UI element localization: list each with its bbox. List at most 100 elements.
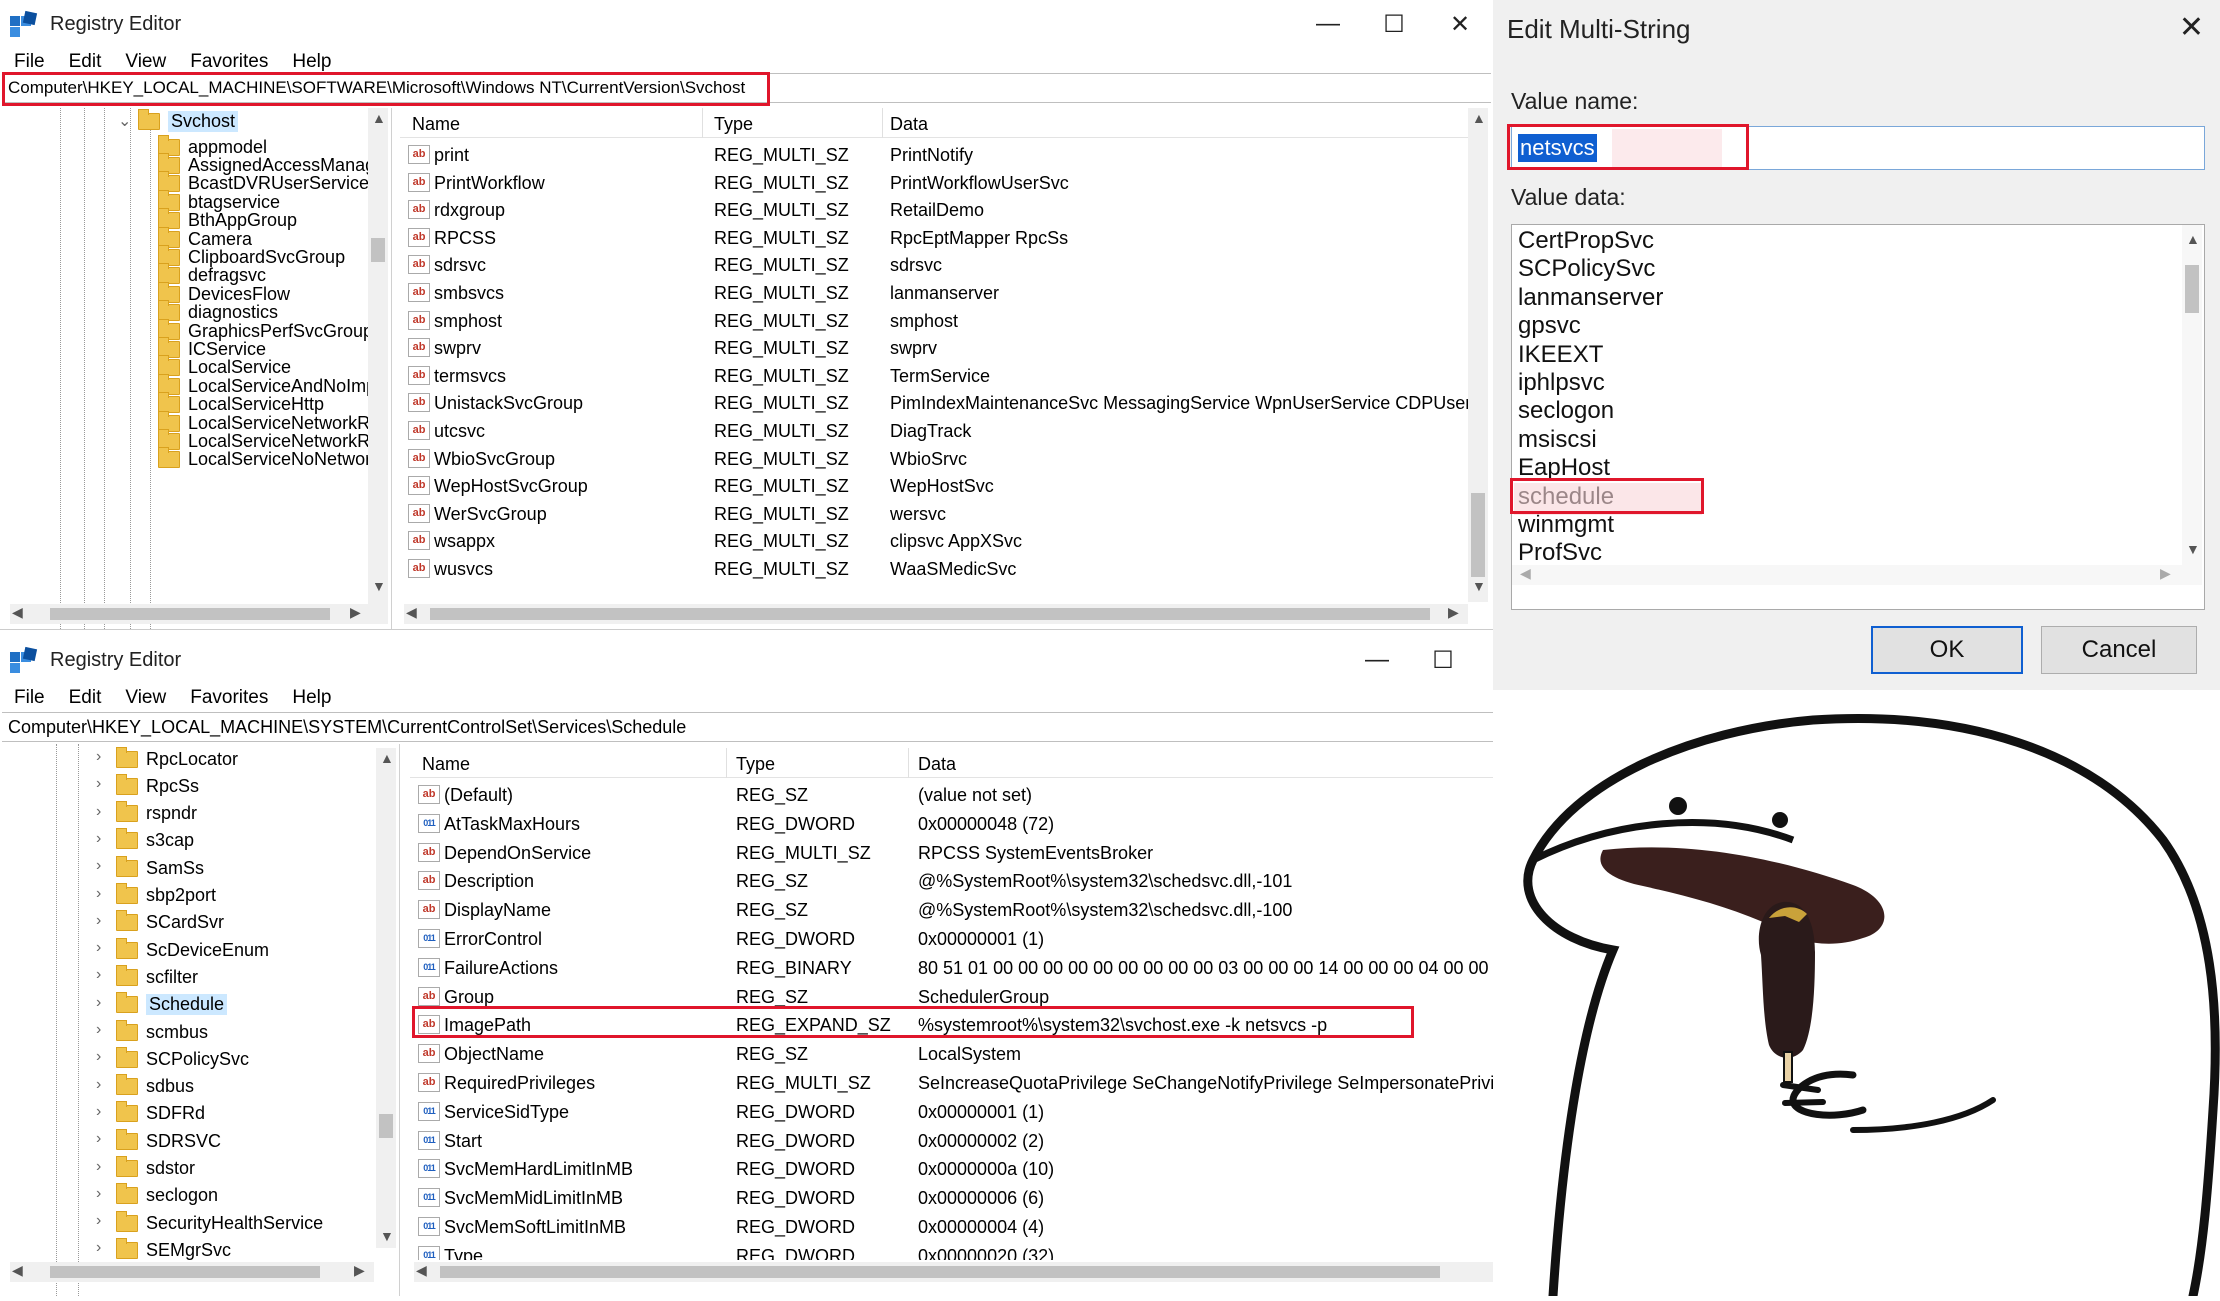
expand-chevron-icon[interactable]: ›	[96, 1021, 101, 1039]
scroll-up-icon[interactable]: ▲	[380, 750, 394, 766]
table-row[interactable]: 011 SvcMemHardLimitInMB REG_DWORD 0x0000000…	[410, 1156, 1524, 1183]
table-row[interactable]: 011 FailureActions REG_BINARY 80 51 01 00 0…	[410, 955, 1524, 982]
menu-favorites[interactable]: Favorites	[190, 51, 268, 73]
table-row[interactable]: ab wusvcs REG_MULTI_SZ WaaSMedicSvc	[400, 556, 1478, 583]
menu-file[interactable]: File	[14, 51, 45, 73]
column-data[interactable]: Data	[890, 114, 928, 135]
scroll-up-icon[interactable]: ▲	[2186, 231, 2200, 247]
cancel-button[interactable]: Cancel	[2041, 626, 2197, 674]
expand-chevron-icon[interactable]: ›	[96, 857, 101, 875]
expand-chevron-icon[interactable]: ›	[96, 803, 101, 821]
tree-item[interactable]: sdbus	[116, 1074, 194, 1100]
table-row[interactable]: 011 SvcMemSoftLimitInMB REG_DWORD 0x0000000…	[410, 1214, 1524, 1241]
list-vertical-scrollbar[interactable]: ▲ ▼	[1468, 108, 1488, 602]
scroll-thumb[interactable]	[379, 1114, 393, 1138]
tree-item-svchost[interactable]: Svchost	[138, 108, 239, 134]
table-row[interactable]: ab utcsvc REG_MULTI_SZ DiagTrack	[400, 418, 1478, 445]
table-row[interactable]: ab print REG_MULTI_SZ PrintNotify	[400, 142, 1478, 169]
scroll-left-icon[interactable]: ◀	[416, 1262, 427, 1279]
tree-item[interactable]: s3cap	[116, 828, 194, 854]
table-row[interactable]: ab WepHostSvcGroup REG_MULTI_SZ WepHostSvc	[400, 473, 1478, 500]
table-row[interactable]: ab DisplayName REG_SZ @%SystemRoot%\system3…	[410, 897, 1524, 924]
scroll-left-icon[interactable]: ◀	[12, 1262, 23, 1279]
scroll-thumb[interactable]	[1471, 493, 1485, 577]
list-horizontal-scrollbar[interactable]: ◀ ▶	[414, 1262, 1524, 1282]
menu-edit[interactable]: Edit	[69, 687, 102, 709]
column-name[interactable]: Name	[412, 114, 460, 135]
tree-item[interactable]: sbp2port	[116, 883, 216, 909]
table-row[interactable]: ab WbioSvcGroup REG_MULTI_SZ WbioSrvc	[400, 446, 1478, 473]
close-button[interactable]: ✕	[2179, 10, 2204, 45]
column-type[interactable]: Type	[736, 754, 775, 775]
table-row[interactable]: ab UnistackSvcGroup REG_MULTI_SZ PimIndexMa…	[400, 390, 1478, 417]
address-bar[interactable]: Computer\HKEY_LOCAL_MACHINE\SYSTEM\Curre…	[2, 712, 1544, 742]
column-data[interactable]: Data	[918, 754, 956, 775]
expand-chevron-icon[interactable]: ›	[96, 1239, 101, 1257]
tree-vertical-scrollbar[interactable]: ▲ ▼	[368, 108, 388, 608]
table-row[interactable]: ab Description REG_SZ @%SystemRoot%\system3…	[410, 868, 1524, 895]
expand-chevron-icon[interactable]: ›	[96, 1076, 101, 1094]
maximize-button[interactable]: ☐	[1361, 0, 1427, 48]
scroll-left-icon[interactable]: ◀	[406, 604, 417, 621]
tree-item[interactable]: RpcLocator	[116, 746, 238, 772]
value-data-textarea[interactable]: CertPropSvc SCPolicySvc lanmanserver gpsvc I…	[1511, 224, 2205, 610]
values-list[interactable]: Name Type Data ab print REG_MULTI_SZ PrintN…	[400, 108, 1478, 599]
table-row[interactable]: ab rdxgroup REG_MULTI_SZ RetailDemo	[400, 197, 1478, 224]
values-list[interactable]: Name Type Data ab (Default) REG_SZ (value n…	[410, 748, 1524, 1260]
menu-help[interactable]: Help	[292, 687, 331, 709]
table-row[interactable]: 011 SvcMemMidLimitInMB REG_DWORD 0x00000006…	[410, 1185, 1524, 1212]
table-row[interactable]: 011 Type REG_DWORD 0x00000020 (32)	[410, 1243, 1524, 1260]
expand-chevron-icon[interactable]: ›	[96, 1130, 101, 1148]
textarea-vertical-scrollbar[interactable]: ▲ ▼	[2182, 225, 2202, 565]
close-button[interactable]: ✕	[1427, 0, 1493, 48]
expand-chevron-icon[interactable]: ›	[96, 1212, 101, 1230]
tree-item[interactable]: SDRSVC	[116, 1128, 221, 1154]
expand-chevron-icon[interactable]: ›	[96, 966, 101, 984]
table-row[interactable]: 011 ServiceSidType REG_DWORD 0x00000001 (1)	[410, 1099, 1524, 1126]
column-type[interactable]: Type	[714, 114, 753, 135]
tree-item[interactable]: scmbus	[116, 1019, 208, 1045]
scroll-up-icon[interactable]: ▲	[1472, 110, 1486, 126]
scroll-thumb[interactable]	[2185, 265, 2199, 313]
ok-button[interactable]: OK	[1871, 626, 2023, 674]
scroll-thumb[interactable]	[50, 1266, 320, 1278]
tree-item[interactable]: ScDeviceEnum	[116, 937, 269, 963]
table-row[interactable]: ab PrintWorkflow REG_MULTI_SZ PrintWorkflow…	[400, 170, 1478, 197]
table-row[interactable]: 011 ErrorControl REG_DWORD 0x00000001 (1)	[410, 926, 1524, 953]
expand-chevron-icon[interactable]: ›	[96, 1185, 101, 1203]
expand-chevron-icon[interactable]: ›	[96, 939, 101, 957]
scroll-thumb[interactable]	[50, 608, 330, 620]
expand-chevron-icon[interactable]: ›	[96, 994, 101, 1012]
scroll-left-icon[interactable]: ◀	[1520, 565, 1531, 582]
tree-item[interactable]: seclogon	[116, 1183, 218, 1209]
table-row[interactable]: ab ObjectName REG_SZ LocalSystem	[410, 1041, 1524, 1068]
key-tree[interactable]: › RpcLocator › RpcSs › rspndr › s3cap › SamSs › sbp…	[0, 744, 400, 1296]
table-row[interactable]: ab (Default) REG_SZ (value not set)	[410, 782, 1524, 809]
table-row[interactable]: ab WerSvcGroup REG_MULTI_SZ wersvc	[400, 501, 1478, 528]
tree-horizontal-scrollbar[interactable]: ◀ ▶	[10, 604, 388, 624]
table-row[interactable]: ab smphost REG_MULTI_SZ smphost	[400, 308, 1478, 335]
scroll-down-icon[interactable]: ▼	[1472, 578, 1486, 594]
expand-chevron-icon[interactable]: ›	[96, 775, 101, 793]
scroll-right-icon[interactable]: ▶	[354, 1262, 365, 1279]
tree-item[interactable]: LocalServiceNoNetwor	[158, 447, 371, 473]
tree-item[interactable]: rspndr	[116, 801, 197, 827]
tree-horizontal-scrollbar[interactable]: ◀ ▶	[10, 1262, 374, 1282]
scroll-right-icon[interactable]: ▶	[350, 604, 361, 621]
expand-chevron-icon[interactable]: ›	[96, 1048, 101, 1066]
textarea-horizontal-scrollbar[interactable]: ◀ ▶	[1512, 565, 2202, 585]
tree-item[interactable]: SecurityHealthService	[116, 1210, 323, 1236]
scroll-thumb[interactable]	[371, 238, 385, 262]
scroll-down-icon[interactable]: ▼	[2186, 541, 2200, 557]
collapse-chevron-icon[interactable]: ⌄	[118, 111, 131, 131]
menu-file[interactable]: File	[14, 687, 45, 709]
menu-view[interactable]: View	[125, 687, 166, 709]
table-row[interactable]: ab swprv REG_MULTI_SZ swprv	[400, 335, 1478, 362]
scroll-up-icon[interactable]: ▲	[372, 110, 386, 126]
scroll-thumb[interactable]	[440, 1266, 1440, 1278]
column-name[interactable]: Name	[422, 754, 470, 775]
tree-item[interactable]: SamSs	[116, 855, 204, 881]
tree-item[interactable]: Schedule	[116, 992, 228, 1018]
table-row[interactable]: ab smbsvcs REG_MULTI_SZ lanmanserver	[400, 280, 1478, 307]
menu-favorites[interactable]: Favorites	[190, 687, 268, 709]
